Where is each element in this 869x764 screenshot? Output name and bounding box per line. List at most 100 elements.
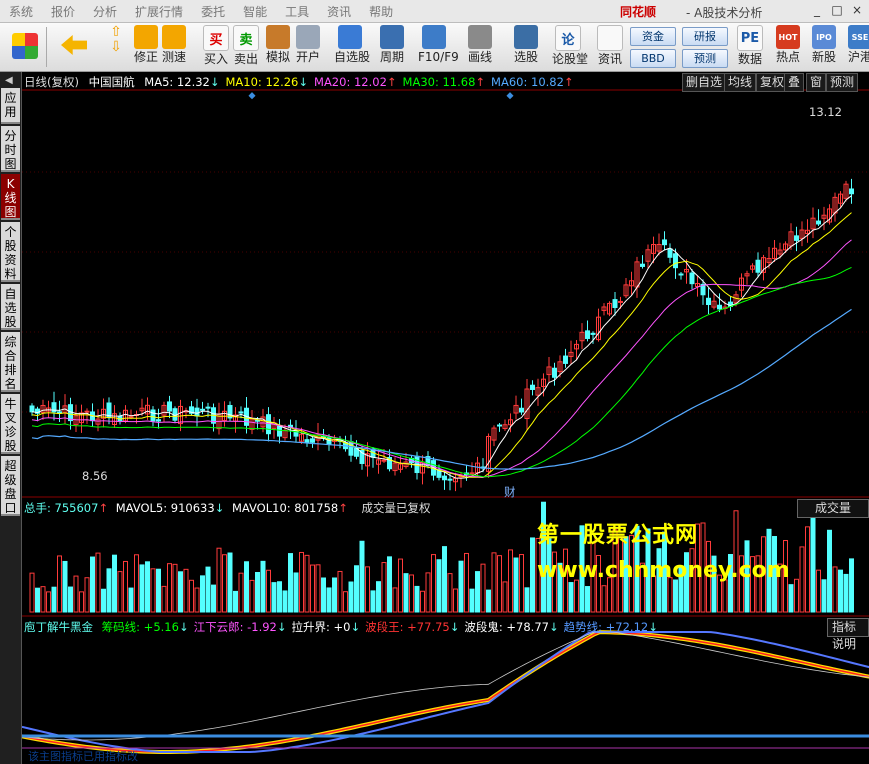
chart-option-button-5[interactable]: 预测 xyxy=(826,73,859,92)
candle-body xyxy=(381,459,387,462)
open-account-icon xyxy=(296,25,320,49)
kline-chart[interactable] xyxy=(22,72,869,764)
toolbar-stock-select-button[interactable]: 选股 xyxy=(510,25,542,69)
toolbar-hk-connect-button[interactable]: SSE 沪港 xyxy=(844,25,869,69)
forecast-button[interactable]: 预测 xyxy=(682,49,728,68)
volume-bar xyxy=(233,590,238,613)
candle-body xyxy=(348,441,354,456)
side-tab-1[interactable]: 分时图 xyxy=(1,126,20,172)
volume-panel-button[interactable]: 成交量 xyxy=(797,499,869,518)
toolbar-label: 买入 xyxy=(203,52,228,66)
menu-item-4[interactable]: 委托 xyxy=(192,3,234,20)
mavol10: MAVOL10: 801758 xyxy=(231,501,339,515)
volume-bar xyxy=(238,572,244,613)
page-up-down-button[interactable]: ⇧ ⇩ xyxy=(102,25,130,69)
toolbar-simulate-button[interactable]: 模拟 xyxy=(262,25,294,69)
toolbar-news-button[interactable]: 资讯 xyxy=(594,25,626,69)
toolbar-period-button[interactable]: 周期 xyxy=(376,25,408,69)
collapse-arrow-icon[interactable]: ◀ xyxy=(5,75,13,86)
side-tab-5[interactable]: 综合排名 xyxy=(1,332,20,392)
volume-bar xyxy=(139,564,145,613)
indicator-arrow-3: ↓ xyxy=(449,620,460,634)
layout-button[interactable] xyxy=(10,25,40,69)
menu-item-7[interactable]: 资讯 xyxy=(318,3,360,20)
candle-body xyxy=(590,332,596,335)
candle-body xyxy=(167,401,172,412)
volume-bar xyxy=(365,566,370,613)
toolbar-sell-button[interactable]: 卖卖出 xyxy=(230,25,262,69)
volume-bar xyxy=(673,579,678,613)
toolbar-watchlist-button[interactable]: 自选股 xyxy=(334,25,370,69)
toolbar-buy-button[interactable]: 买买入 xyxy=(200,25,232,69)
candle-body xyxy=(585,330,590,339)
menu-item-0[interactable]: 系统 xyxy=(0,3,42,20)
toolbar: ⇧ ⇩ 修正 测速买买入卖卖出 模拟 开户 自选股 周期 F10/F9 画线 选股论论股堂 资讯 PE… xyxy=(0,23,869,72)
toolbar-label: 画线 xyxy=(467,50,492,64)
side-tab-0[interactable]: 应用 xyxy=(1,88,20,124)
chart-option-button-1[interactable]: 均线 xyxy=(724,73,757,92)
volume-bar xyxy=(145,561,150,613)
hot-icon: HOT xyxy=(776,25,800,49)
maximize-button[interactable]: □ xyxy=(828,2,846,18)
candle-body xyxy=(150,409,156,422)
back-button[interactable] xyxy=(60,25,88,69)
toolbar-label: 资讯 xyxy=(597,52,622,66)
candle-body xyxy=(84,410,90,413)
toolbar-draw-line-button[interactable]: 画线 xyxy=(464,25,496,69)
toolbar-hot-button[interactable]: HOT 热点 xyxy=(772,25,804,69)
toolbar-label: 论股堂 xyxy=(552,52,589,66)
side-tab-7[interactable]: 超级盘口 xyxy=(1,456,20,516)
volume-bar xyxy=(128,587,134,613)
correction-icon xyxy=(134,25,158,49)
candle-body xyxy=(310,438,315,443)
chart-option-button-0[interactable]: 删自选 xyxy=(682,73,727,92)
menu-item-3[interactable]: 扩展行情 xyxy=(126,3,192,20)
menu-item-5[interactable]: 智能 xyxy=(234,3,276,20)
toolbar-speedtest-button[interactable]: 测速 xyxy=(158,25,190,69)
toolbar-new-stock-button[interactable]: IPO 新股 xyxy=(808,25,840,69)
menu-item-1[interactable]: 报价 xyxy=(42,3,84,20)
candle-body xyxy=(563,355,568,364)
volume-bar xyxy=(425,572,431,613)
volume-bar xyxy=(271,582,277,613)
volume-bar xyxy=(255,571,260,613)
volume-bar xyxy=(370,590,376,613)
volume-bar xyxy=(178,571,183,613)
volume-bar xyxy=(475,571,480,613)
candle-body xyxy=(618,300,623,303)
volume-bar xyxy=(172,563,178,613)
bbd-button[interactable]: BBD xyxy=(630,49,676,68)
toolbar-open-account-button[interactable]: 开户 xyxy=(292,25,324,69)
candle-body xyxy=(673,253,678,269)
volume-bar xyxy=(843,573,849,613)
side-tab-4[interactable]: 自选股 xyxy=(1,284,20,330)
volume-bar xyxy=(442,546,447,613)
volume-bar xyxy=(183,568,189,613)
menu-item-6[interactable]: 工具 xyxy=(276,3,318,20)
candle-body xyxy=(194,407,200,417)
menu-item-2[interactable]: 分析 xyxy=(84,3,126,20)
finance-marker[interactable]: 财 xyxy=(504,484,516,500)
toolbar-forum-button[interactable]: 论论股堂 xyxy=(552,25,589,69)
toolbar-data-button[interactable]: PE 数据 xyxy=(734,25,766,69)
chart-option-button-3[interactable]: 叠 xyxy=(784,73,805,92)
minimize-button[interactable]: _ xyxy=(808,2,826,18)
watchlist-icon xyxy=(338,25,362,49)
side-tab-2[interactable]: K线图 xyxy=(1,174,20,220)
menu-item-8[interactable]: 帮助 xyxy=(360,3,402,20)
ma60-line xyxy=(31,308,852,470)
volume-bar xyxy=(436,559,442,613)
toolbar-f10-button[interactable]: F10/F9 xyxy=(418,25,459,69)
volume-bar xyxy=(249,579,255,613)
chart-option-button-4[interactable]: 窗 xyxy=(806,73,827,92)
side-tab-6[interactable]: 牛叉诊股 xyxy=(1,394,20,454)
volume-bar xyxy=(260,560,266,613)
indicator-help-button[interactable]: 指标说明 xyxy=(827,618,869,651)
fund-button[interactable]: 资金 xyxy=(630,27,676,46)
volume-bar xyxy=(337,570,343,613)
side-tab-3[interactable]: 个股资料 xyxy=(1,222,20,282)
volume-bar xyxy=(277,581,282,613)
volume-bar xyxy=(304,554,310,613)
close-button[interactable]: × xyxy=(848,2,866,18)
research-button[interactable]: 研报 xyxy=(682,27,728,46)
